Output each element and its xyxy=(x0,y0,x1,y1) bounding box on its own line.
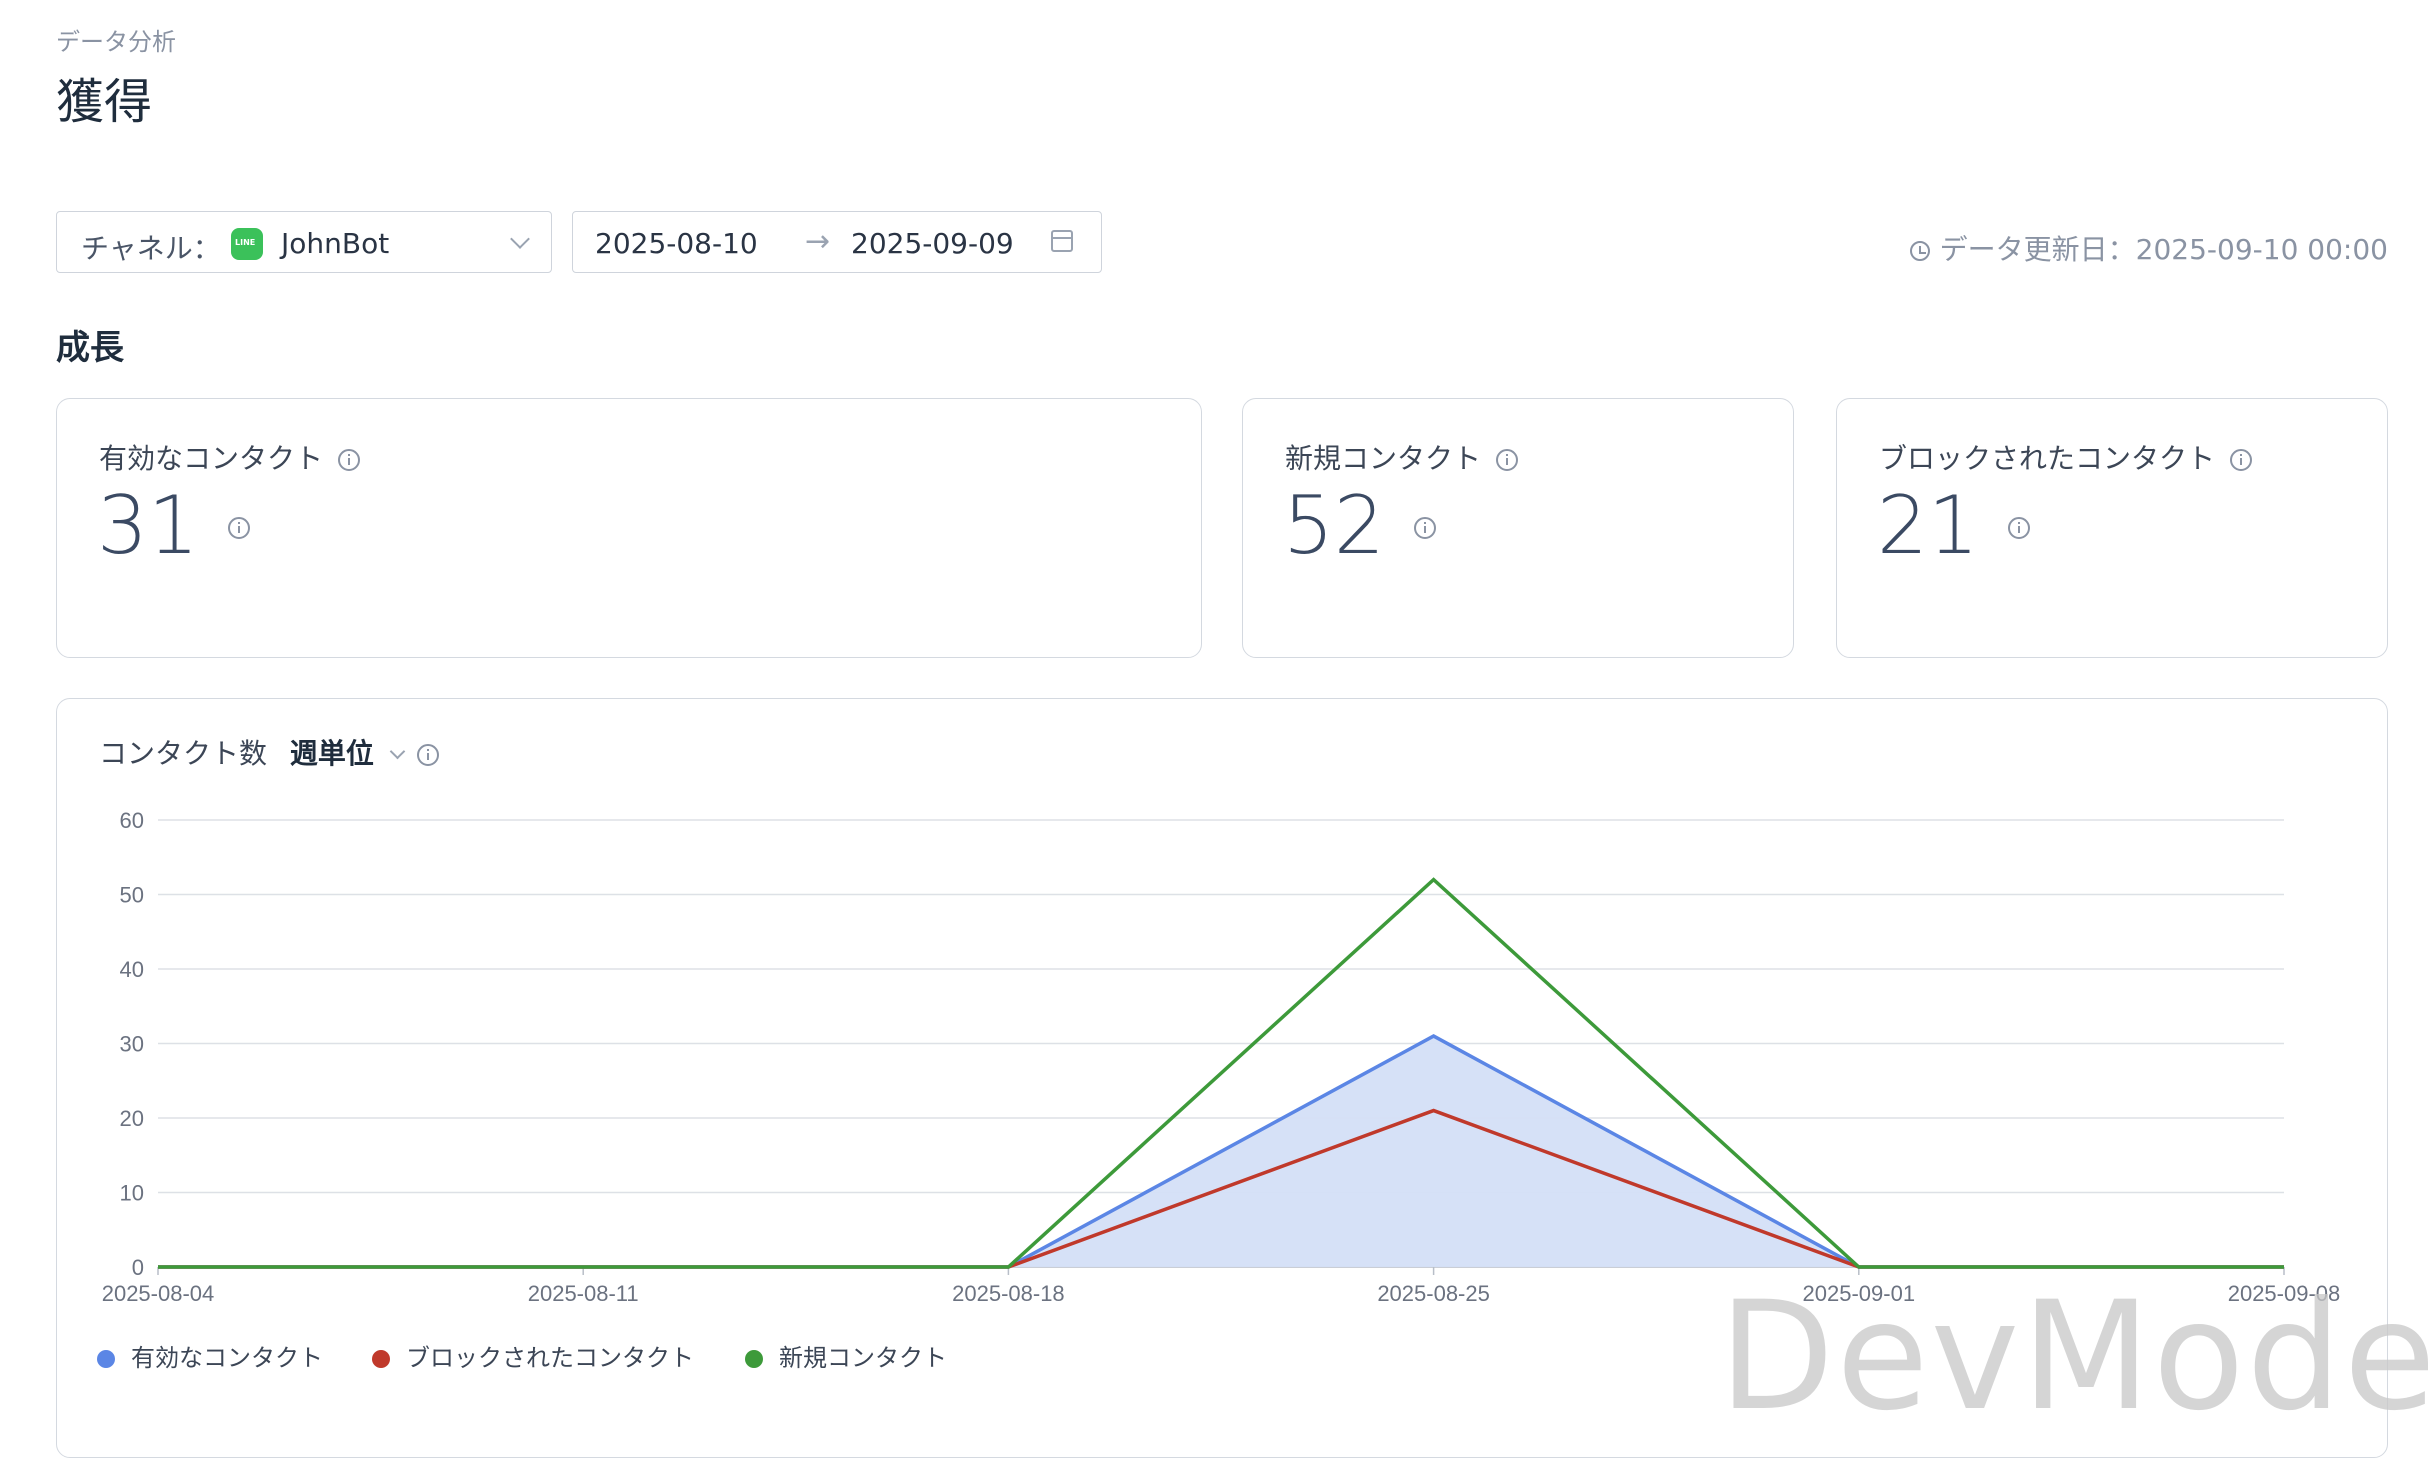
legend-dot xyxy=(372,1350,390,1368)
x-tick-label: 2025-08-11 xyxy=(528,1281,639,1306)
y-tick-label: 60 xyxy=(120,808,144,833)
y-tick-label: 50 xyxy=(120,883,144,908)
x-tick-label: 2025-08-25 xyxy=(1377,1281,1490,1306)
x-tick-label: 2025-08-04 xyxy=(102,1281,215,1306)
legend-label: 有効なコンタクト xyxy=(131,1344,323,1372)
y-tick-label: 20 xyxy=(120,1106,144,1131)
legend-item[interactable]: ブロックされたコンタクト xyxy=(372,1338,694,1373)
contacts-line-chart: 0 10 20 30 40 50 60 2025-08-04 2025-08-11 2025-08… xyxy=(102,808,2341,1306)
y-tick-label: 30 xyxy=(120,1032,144,1057)
x-tick-label: 2025-08-18 xyxy=(952,1281,1065,1306)
legend-item[interactable]: 有効なコンタクト xyxy=(97,1338,323,1373)
watermark: DevMode xyxy=(1718,1270,2428,1444)
y-tick-label: 40 xyxy=(120,957,144,982)
legend-dot xyxy=(97,1350,115,1368)
y-tick-label: 10 xyxy=(120,1181,144,1206)
legend-label: ブロックされたコンタクト xyxy=(406,1344,694,1372)
legend-dot xyxy=(745,1350,763,1368)
legend-label: 新規コンタクト xyxy=(779,1344,947,1372)
y-tick-label: 0 xyxy=(132,1255,144,1280)
legend-item[interactable]: 新規コンタクト xyxy=(745,1338,947,1373)
